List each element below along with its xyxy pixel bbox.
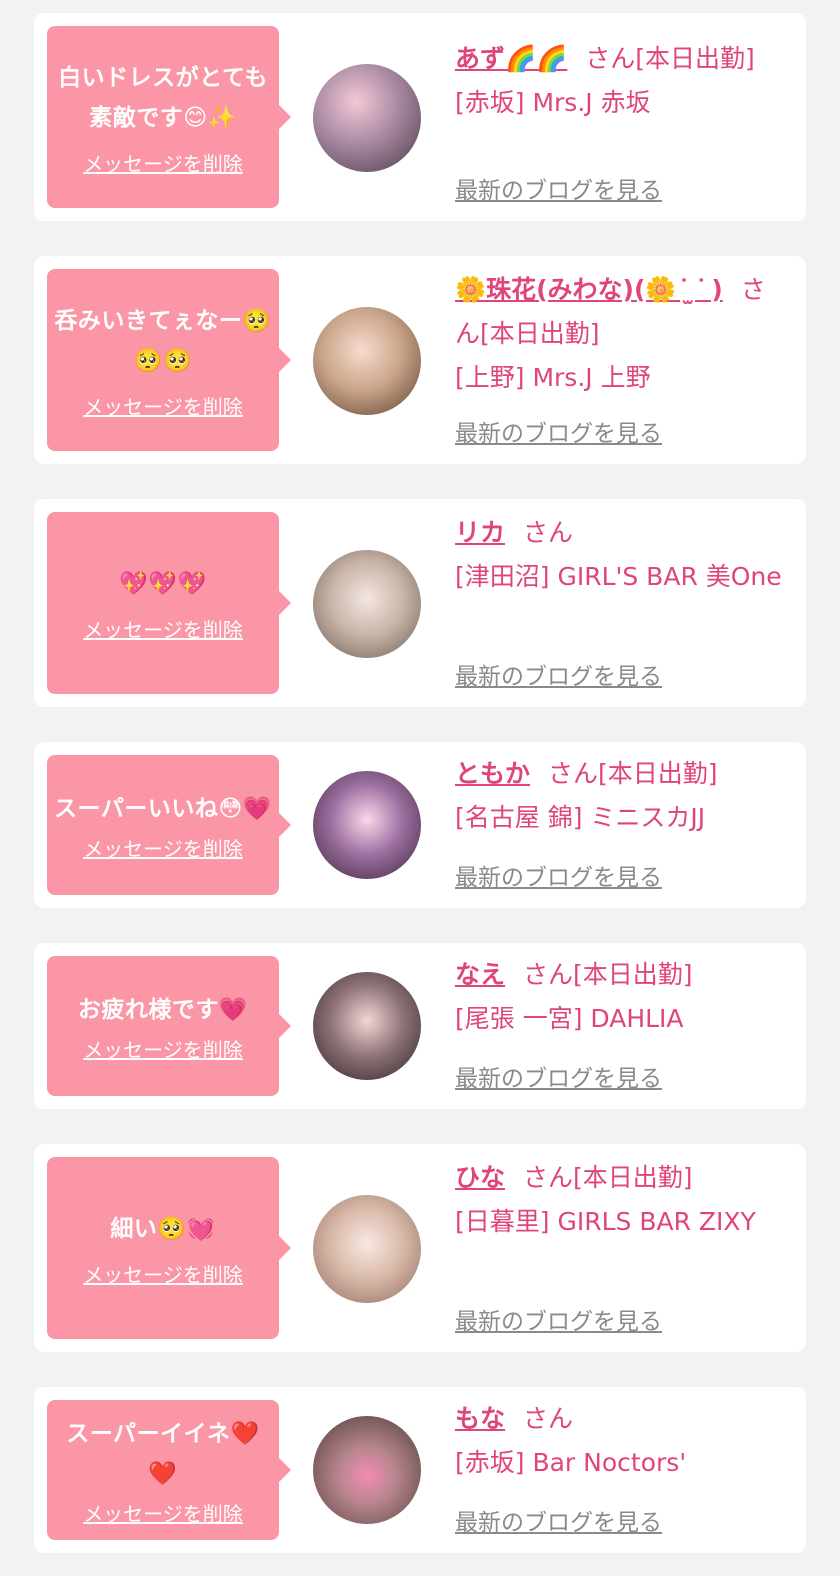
latest-blog-link[interactable]: 最新のブログを見る — [455, 1059, 662, 1093]
san-label: さん — [523, 518, 574, 547]
status-text: [本日出勤] — [573, 1163, 693, 1192]
girl-name-link[interactable]: ともか — [455, 759, 530, 788]
latest-blog-link[interactable]: 最新のブログを見る — [455, 1503, 662, 1537]
delete-message-link[interactable]: メッセージを削除 — [83, 1034, 243, 1063]
message-card: スーパーいいね😳💗 メッセージを削除 ともか さん[本日出勤] [名古屋 錦] ミ… — [34, 742, 806, 908]
girl-name-link[interactable]: なえ — [455, 960, 505, 989]
status-text: [本日出勤] — [573, 960, 693, 989]
san-label: さん — [523, 960, 574, 989]
san-label: さん — [523, 1163, 574, 1192]
avatar[interactable] — [313, 972, 421, 1080]
shop-text: [名古屋 錦] ミニスカJJ — [455, 803, 706, 832]
girl-name-link[interactable]: もな — [455, 1404, 505, 1433]
latest-blog-link[interactable]: 最新のブログを見る — [455, 414, 662, 448]
girl-name-link[interactable]: 🌼珠花(みわな)(🌼 ͘ ̫ ͘ ) — [455, 275, 723, 304]
message-text: 白いドレスがとても素敵です😊✨ — [58, 64, 268, 131]
delete-message-link[interactable]: メッセージを削除 — [83, 391, 243, 420]
girl-info: あず🌈🌈 さん[本日出勤] [赤坂] Mrs.J 赤坂 — [455, 37, 785, 125]
delete-message-link[interactable]: メッセージを削除 — [83, 1498, 243, 1527]
latest-blog-link[interactable]: 最新のブログを見る — [455, 1302, 662, 1336]
message-bubble: お疲れ様です💗 メッセージを削除 — [47, 956, 291, 1096]
message-text: 💖💖💖 — [119, 570, 207, 597]
delete-message-link[interactable]: メッセージを削除 — [83, 833, 243, 862]
girl-info: ひな さん[本日出勤] [日暮里] GIRLS BAR ZIXY — [455, 1156, 785, 1244]
shop-text: [津田沼] GIRL'S BAR 美One — [455, 562, 782, 591]
avatar[interactable] — [313, 771, 421, 879]
latest-blog-link[interactable]: 最新のブログを見る — [455, 171, 662, 205]
message-bubble: 細い🥺💓 メッセージを削除 — [47, 1157, 291, 1339]
message-card: スーパーイイネ❤️❤️ メッセージを削除 もな さん [赤坂] Bar Nocto… — [34, 1387, 806, 1553]
message-text: スーパーイイネ❤️❤️ — [66, 1420, 260, 1487]
message-card: 白いドレスがとても素敵です😊✨ メッセージを削除 あず🌈🌈 さん[本日出勤] [赤… — [34, 13, 806, 221]
message-card: 呑みいきてぇなー🥺🥺🥺 メッセージを削除 🌼珠花(みわな)(🌼 ͘ ̫ ͘ ) さ… — [34, 256, 806, 464]
girl-info: なえ さん[本日出勤] [尾張 一宮] DAHLIA — [455, 953, 785, 1041]
shop-text: [日暮里] GIRLS BAR ZIXY — [455, 1207, 756, 1236]
message-bubble: スーパーいいね😳💗 メッセージを削除 — [47, 755, 291, 895]
delete-message-link[interactable]: メッセージを削除 — [83, 148, 243, 177]
san-label: さん — [523, 1404, 574, 1433]
shop-text: [上野] Mrs.J 上野 — [455, 363, 651, 392]
avatar[interactable] — [313, 1195, 421, 1303]
girl-name-link[interactable]: リカ — [455, 518, 505, 547]
status-text: [本日出勤] — [598, 759, 718, 788]
latest-blog-link[interactable]: 最新のブログを見る — [455, 858, 662, 892]
status-text: [本日出勤] — [635, 44, 755, 73]
san-label: さん — [548, 759, 599, 788]
message-card: お疲れ様です💗 メッセージを削除 なえ さん[本日出勤] [尾張 一宮] DAHL… — [34, 943, 806, 1109]
delete-message-link[interactable]: メッセージを削除 — [83, 614, 243, 643]
message-text: 呑みいきてぇなー🥺🥺🥺 — [54, 307, 272, 374]
shop-text: [赤坂] Bar Noctors' — [455, 1448, 687, 1477]
message-text: 細い🥺💓 — [110, 1215, 216, 1242]
status-text: [本日出勤] — [480, 319, 600, 348]
girl-info: ともか さん[本日出勤] [名古屋 錦] ミニスカJJ — [455, 752, 785, 840]
message-text: スーパーいいね😳💗 — [54, 795, 272, 822]
avatar[interactable] — [313, 64, 421, 172]
girl-info: リカ さん [津田沼] GIRL'S BAR 美One — [455, 511, 785, 599]
girl-info: もな さん [赤坂] Bar Noctors' — [455, 1397, 785, 1485]
girl-name-link[interactable]: ひな — [455, 1163, 505, 1192]
latest-blog-link[interactable]: 最新のブログを見る — [455, 657, 662, 691]
avatar[interactable] — [313, 550, 421, 658]
girl-info: 🌼珠花(みわな)(🌼 ͘ ̫ ͘ ) さん[本日出勤] [上野] Mrs.J 上野 — [455, 268, 785, 400]
shop-text: [尾張 一宮] DAHLIA — [455, 1004, 684, 1033]
message-bubble: 💖💖💖 メッセージを削除 — [47, 512, 291, 694]
avatar[interactable] — [313, 1416, 421, 1524]
message-bubble: 呑みいきてぇなー🥺🥺🥺 メッセージを削除 — [47, 269, 291, 451]
message-text: お疲れ様です💗 — [77, 996, 249, 1023]
message-card: 細い🥺💓 メッセージを削除 ひな さん[本日出勤] [日暮里] GIRLS BAR… — [34, 1144, 806, 1352]
message-bubble: スーパーイイネ❤️❤️ メッセージを削除 — [47, 1400, 291, 1540]
san-label: さん — [585, 44, 636, 73]
girl-name-link[interactable]: あず🌈🌈 — [455, 44, 567, 73]
avatar[interactable] — [313, 307, 421, 415]
message-bubble: 白いドレスがとても素敵です😊✨ メッセージを削除 — [47, 26, 291, 208]
message-card: 💖💖💖 メッセージを削除 リカ さん [津田沼] GIRL'S BAR 美One … — [34, 499, 806, 707]
shop-text: [赤坂] Mrs.J 赤坂 — [455, 88, 651, 117]
delete-message-link[interactable]: メッセージを削除 — [83, 1259, 243, 1288]
